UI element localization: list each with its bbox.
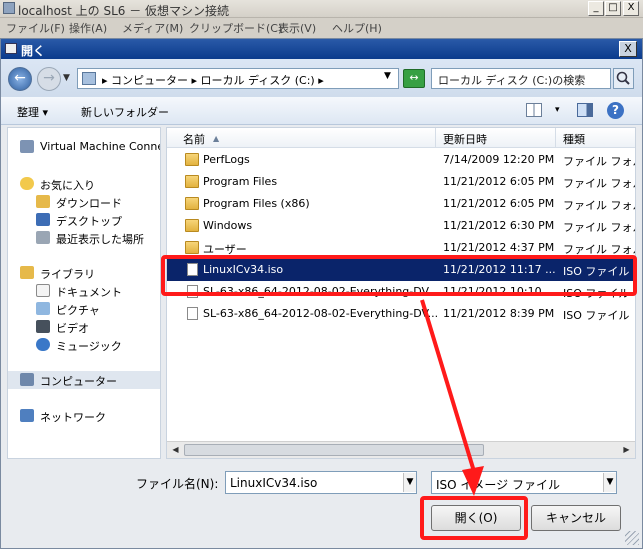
annotation-arrow bbox=[420, 299, 484, 496]
